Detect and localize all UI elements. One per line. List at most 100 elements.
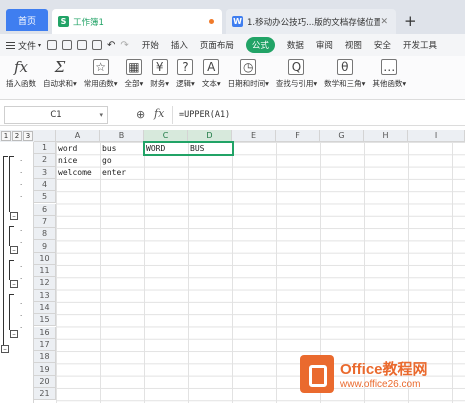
menu-review[interactable]: 审阅 — [316, 39, 333, 51]
save-icon[interactable] — [47, 40, 58, 50]
cell-a3[interactable]: welcome — [56, 167, 100, 179]
all-functions-icon: ▦ — [125, 59, 142, 75]
button-label: 其他函数▾ — [372, 79, 407, 88]
other-functions-button[interactable]: … 其他函数▾ — [372, 56, 406, 99]
column-header-a[interactable]: A — [56, 130, 100, 142]
outline-level-2[interactable]: 2 — [12, 131, 22, 141]
row-header[interactable]: 10 — [34, 252, 56, 265]
export-pdf-icon[interactable] — [77, 40, 88, 50]
row-header[interactable]: 3 — [34, 166, 56, 179]
column-header-i[interactable]: I — [408, 130, 465, 142]
row-header[interactable]: 12 — [34, 277, 56, 290]
outline-level-3[interactable]: 3 — [23, 131, 33, 141]
menu-page-layout[interactable]: 页面布局 — [200, 39, 234, 51]
math-trig-button[interactable]: θ 数学和三角▾ — [324, 56, 365, 99]
outline-level-1[interactable]: 1 — [1, 131, 11, 141]
cell-a1[interactable]: word — [56, 142, 100, 154]
date-time-button[interactable]: ◷ 日期和时间▾ — [228, 56, 269, 99]
row-header[interactable]: 6 — [34, 203, 56, 216]
insert-function-button[interactable]: fx 插入函数 — [6, 56, 36, 99]
tab-other-document[interactable]: W 1.移动办公技巧...版的文档存储位置 ✕ — [226, 9, 396, 34]
menu-formulas[interactable]: 公式 — [245, 37, 275, 53]
file-menu-label: 文件 — [18, 41, 37, 52]
row-header[interactable]: 21 — [34, 388, 56, 401]
common-functions-button[interactable]: ☆ 常用函数▾ — [84, 56, 118, 99]
file-menu[interactable]: 文件 ▾ — [6, 39, 41, 52]
row-header[interactable]: 13 — [34, 289, 56, 302]
cell-b1[interactable]: bus — [100, 142, 144, 154]
button-label: 逻辑▾ — [176, 79, 195, 88]
button-label: 查找与引用▾ — [275, 79, 318, 88]
chevron-down-icon: ▾ — [99, 111, 103, 119]
row-outline-dot: · — [20, 263, 23, 271]
undo-icon[interactable]: ↶ — [107, 40, 115, 51]
outline-level-buttons: 1 2 3 — [0, 130, 34, 142]
selection-range[interactable] — [143, 141, 234, 156]
row-header[interactable]: 5 — [34, 191, 56, 204]
row-header[interactable]: 2 — [34, 154, 56, 167]
row-header[interactable]: 1 — [34, 142, 56, 155]
redo-icon[interactable]: ↷ — [120, 40, 128, 51]
formula-ribbon: fx 插入函数 Σ 自动求和▾ ☆ 常用函数▾ ▦ 全部▾ ¥ 财务▾ ? 逻辑… — [0, 56, 465, 100]
text-icon: A — [203, 59, 220, 75]
button-label: 常用函数▾ — [83, 79, 118, 88]
column-header-b[interactable]: B — [100, 130, 144, 142]
cell-a2[interactable]: nice — [56, 154, 100, 166]
row-header[interactable]: 7 — [34, 215, 56, 229]
unsaved-dot-icon — [209, 19, 214, 24]
row-header[interactable]: 11 — [34, 265, 56, 278]
row-header[interactable]: 19 — [34, 363, 56, 376]
tab-home[interactable]: 首页 — [6, 9, 48, 31]
row-header[interactable]: 18 — [34, 351, 56, 364]
row-header[interactable]: 9 — [34, 240, 56, 253]
text-button[interactable]: A 文本▾ — [202, 56, 221, 99]
collapse-group-icon[interactable]: – — [10, 212, 18, 220]
new-tab-button[interactable]: + — [404, 12, 417, 30]
collapse-group-icon[interactable]: – — [10, 246, 18, 254]
logical-button[interactable]: ? 逻辑▾ — [176, 56, 195, 99]
column-header-h[interactable]: H — [364, 130, 408, 142]
menu-insert[interactable]: 插入 — [171, 39, 188, 51]
row-header[interactable]: 20 — [34, 375, 56, 388]
close-icon[interactable]: ✕ — [380, 17, 388, 27]
hamburger-icon — [6, 41, 15, 49]
print-icon[interactable] — [62, 40, 73, 50]
row-outline-dot: · — [20, 157, 23, 165]
column-header-f[interactable]: F — [276, 130, 320, 142]
menu-start[interactable]: 开始 — [142, 39, 159, 51]
formula-input[interactable]: =UPPER(A1) — [172, 106, 462, 124]
row-header[interactable]: 8 — [34, 228, 56, 241]
button-label: 数学和三角▾ — [324, 79, 366, 88]
group-bracket-cap — [9, 226, 14, 227]
row-header[interactable]: 4 — [34, 178, 56, 192]
column-header-g[interactable]: G — [320, 130, 364, 142]
row-header[interactable]: 17 — [34, 338, 56, 352]
menu-view[interactable]: 视图 — [345, 39, 362, 51]
menu-security[interactable]: 安全 — [374, 39, 391, 51]
group-bracket-cap — [9, 156, 14, 157]
cell-b2[interactable]: go — [100, 154, 144, 166]
menu-developer[interactable]: 开发工具 — [403, 39, 437, 51]
tab-workbook1[interactable]: S 工作簿1 — [52, 9, 222, 34]
row-header[interactable]: 15 — [34, 314, 56, 327]
button-label: 日期和时间▾ — [227, 79, 269, 88]
select-all-corner[interactable] — [34, 130, 56, 142]
all-functions-button[interactable]: ▦ 全部▾ — [125, 56, 143, 99]
row-header[interactable]: 16 — [34, 326, 56, 339]
autosum-button[interactable]: Σ 自动求和▾ — [43, 56, 77, 99]
row-header[interactable]: 14 — [34, 301, 56, 315]
fx-icon[interactable]: fx — [154, 107, 164, 120]
collapse-group-icon[interactable]: – — [10, 330, 18, 338]
zoom-icon[interactable]: ⊕ — [136, 108, 145, 121]
column-header-e[interactable]: E — [232, 130, 276, 142]
cell-b3[interactable]: enter — [100, 167, 144, 179]
name-box[interactable]: C1 ▾ — [4, 106, 108, 124]
watermark-text: Office教程网 www.office26.com — [340, 358, 428, 390]
print-preview-icon[interactable] — [92, 40, 103, 50]
menu-data[interactable]: 数据 — [287, 39, 304, 51]
collapse-group-icon[interactable]: – — [10, 280, 18, 288]
collapse-outer-group-icon[interactable]: – — [1, 345, 9, 353]
lookup-icon: Q — [288, 59, 305, 75]
lookup-reference-button[interactable]: Q 查找与引用▾ — [276, 56, 317, 99]
financial-button[interactable]: ¥ 财务▾ — [150, 56, 169, 99]
